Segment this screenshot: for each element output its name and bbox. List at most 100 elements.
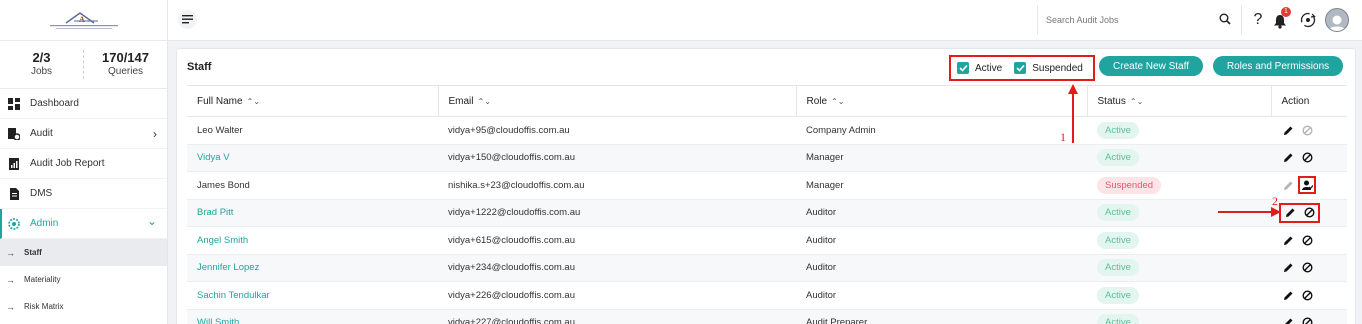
page-title: Staff <box>187 61 212 73</box>
staff-table: Full Name ⌃⌄ Email ⌃⌄ Role ⌃⌄ Status ⌃⌄ Acti… <box>187 85 1347 324</box>
cell-role: Auditor <box>796 199 1087 227</box>
sidebar-item-admin[interactable]: Admin ⌄ <box>0 209 167 239</box>
cell-role: Audit Preparer <box>796 309 1087 324</box>
create-new-staff-button[interactable]: Create New Staff <box>1099 56 1203 76</box>
edit-pencil-icon[interactable] <box>1281 261 1295 275</box>
row-actions <box>1281 151 1347 165</box>
suspended-filter-checkbox[interactable] <box>1014 62 1027 74</box>
column-header-label: Role <box>806 95 828 107</box>
status-badge: Active <box>1097 314 1139 324</box>
menu-toggle-button[interactable] <box>178 10 197 29</box>
suspend-block-icon[interactable] <box>1300 151 1314 165</box>
chevron-right-icon: › <box>153 126 157 141</box>
sidebar-stats: 2/3 Jobs 170/147 Queries <box>0 41 167 89</box>
suspended-filter-label[interactable]: Suspended <box>1032 63 1083 74</box>
notification-count-badge: 1 <box>1281 7 1291 17</box>
arrow-right-icon: → <box>6 247 15 258</box>
status-badge: Active <box>1097 231 1139 249</box>
staff-name-link[interactable]: Vidya V <box>197 152 230 163</box>
active-filter-label[interactable]: Active <box>975 63 1002 74</box>
notifications-button[interactable]: 1 <box>1273 7 1291 29</box>
jobs-stat[interactable]: 2/3 Jobs <box>0 50 83 79</box>
row-actions <box>1279 202 1320 223</box>
arrow-right-icon: → <box>6 274 15 285</box>
cell-actions <box>1271 309 1347 324</box>
queries-stat[interactable]: 170/147 Queries <box>83 50 167 79</box>
staff-name-link[interactable]: Brad Pitt <box>197 207 233 218</box>
staff-name-link[interactable]: Jennifer Lopez <box>197 262 259 273</box>
cell-role: Company Admin <box>796 116 1087 145</box>
sidebar-item-audit-job-report[interactable]: Audit Job Report <box>0 149 167 179</box>
staff-panel: Staff Active Suspended Create New Staff … <box>176 48 1356 324</box>
row-actions <box>1281 123 1347 137</box>
sidebar-subitem-staff[interactable]: → Staff <box>0 239 167 266</box>
table-header-row: Full Name ⌃⌄ Email ⌃⌄ Role ⌃⌄ Status ⌃⌄ Acti… <box>187 85 1347 117</box>
staff-table-body: Leo Walter vidya+95@cloudoffis.com.au Comp… <box>187 116 1347 324</box>
help-icon[interactable]: ? <box>1251 11 1265 29</box>
table-row: Brad Pitt vidya+1222@cloudoffis.com.au Aud… <box>187 199 1347 227</box>
jobs-count: 2/3 <box>32 50 51 65</box>
column-header-status[interactable]: Status ⌃⌄ <box>1086 85 1271 117</box>
search-icon[interactable] <box>1219 13 1231 25</box>
edit-pencil-icon-glyph <box>1283 126 1292 135</box>
edit-pencil-icon[interactable] <box>1283 206 1297 220</box>
column-header-full-name[interactable]: Full Name ⌃⌄ <box>187 85 438 117</box>
status-badge: Suspended <box>1097 176 1162 194</box>
row-actions <box>1281 176 1347 195</box>
suspend-block-icon[interactable] <box>1300 288 1314 302</box>
roles-and-permissions-button[interactable]: Roles and Permissions <box>1213 56 1343 76</box>
cell-role: Manager <box>796 144 1087 172</box>
cell-role: Auditor <box>796 254 1087 282</box>
user-avatar[interactable] <box>1325 8 1349 32</box>
row-actions <box>1281 233 1347 247</box>
status-filter-group: Active Suspended <box>949 55 1095 81</box>
sidebar-item-audit[interactable]: Audit › <box>0 119 167 149</box>
cell-actions <box>1271 281 1347 310</box>
suspend-block-icon[interactable] <box>1300 316 1314 324</box>
cell-role: Auditor <box>796 226 1087 255</box>
column-header-email[interactable]: Email ⌃⌄ <box>437 85 796 117</box>
logo[interactable]: A <box>0 0 167 41</box>
staff-name-link[interactable]: Will Smith <box>197 317 239 324</box>
suspend-block-icon-glyph <box>1301 262 1313 273</box>
edit-pencil-icon[interactable] <box>1281 123 1295 137</box>
column-header-role[interactable]: Role ⌃⌄ <box>795 85 1087 117</box>
arrow-right-icon: → <box>6 301 15 312</box>
edit-pencil-disabled-icon-glyph <box>1283 181 1292 190</box>
edit-pencil-icon[interactable] <box>1281 233 1295 247</box>
edit-pencil-icon-glyph <box>1283 236 1292 245</box>
edit-pencil-icon[interactable] <box>1281 151 1295 165</box>
status-badge: Active <box>1097 204 1139 222</box>
cell-status: Suspended <box>1087 171 1271 200</box>
search-input[interactable] <box>1046 15 1216 25</box>
sidebar-item-dashboard[interactable]: Dashboard <box>0 89 167 119</box>
cell-email: vidya+1222@cloudoffis.com.au <box>438 199 796 227</box>
suspend-block-icon[interactable] <box>1300 233 1314 247</box>
staff-name-link[interactable]: Sachin Tendulkar <box>197 290 270 301</box>
column-header-label: Email <box>448 95 474 107</box>
cell-full-name: Vidya V <box>187 144 438 172</box>
staff-name-link[interactable]: Angel Smith <box>197 235 248 246</box>
cell-actions <box>1271 226 1347 255</box>
suspend-block-icon[interactable] <box>1300 261 1314 275</box>
status-badge: Active <box>1097 121 1139 139</box>
audit-settings-icon <box>8 127 20 140</box>
cell-email: vidya+95@cloudoffis.com.au <box>438 116 796 145</box>
dashboard-grid-icon <box>8 97 20 110</box>
suspend-block-icon[interactable] <box>1302 206 1316 220</box>
admin-gear-icon <box>8 217 20 230</box>
topbar-icons: ? 1 <box>1251 7 1349 32</box>
active-filter-checkbox[interactable] <box>957 62 969 74</box>
cell-email: vidya+615@cloudoffis.com.au <box>438 226 796 255</box>
edit-pencil-icon[interactable] <box>1281 316 1295 324</box>
sidebar-subitem-risk-matrix[interactable]: → Risk Matrix <box>0 293 167 320</box>
sidebar-item-dms[interactable]: DMS <box>0 179 167 209</box>
reactivate-user-icon[interactable] <box>1298 176 1316 195</box>
suspend-block-disabled-icon <box>1300 123 1314 137</box>
sidebar-subitem-materiality[interactable]: → Materiality <box>0 266 167 293</box>
app-window: A 2/3 Jobs 170/147 Queries Dashboard Aud… <box>0 0 1362 324</box>
sidebar-item-label: DMS <box>30 188 53 199</box>
svg-text:A: A <box>79 15 85 24</box>
edit-pencil-icon[interactable] <box>1281 288 1295 302</box>
sync-refresh-icon[interactable] <box>1299 11 1317 29</box>
